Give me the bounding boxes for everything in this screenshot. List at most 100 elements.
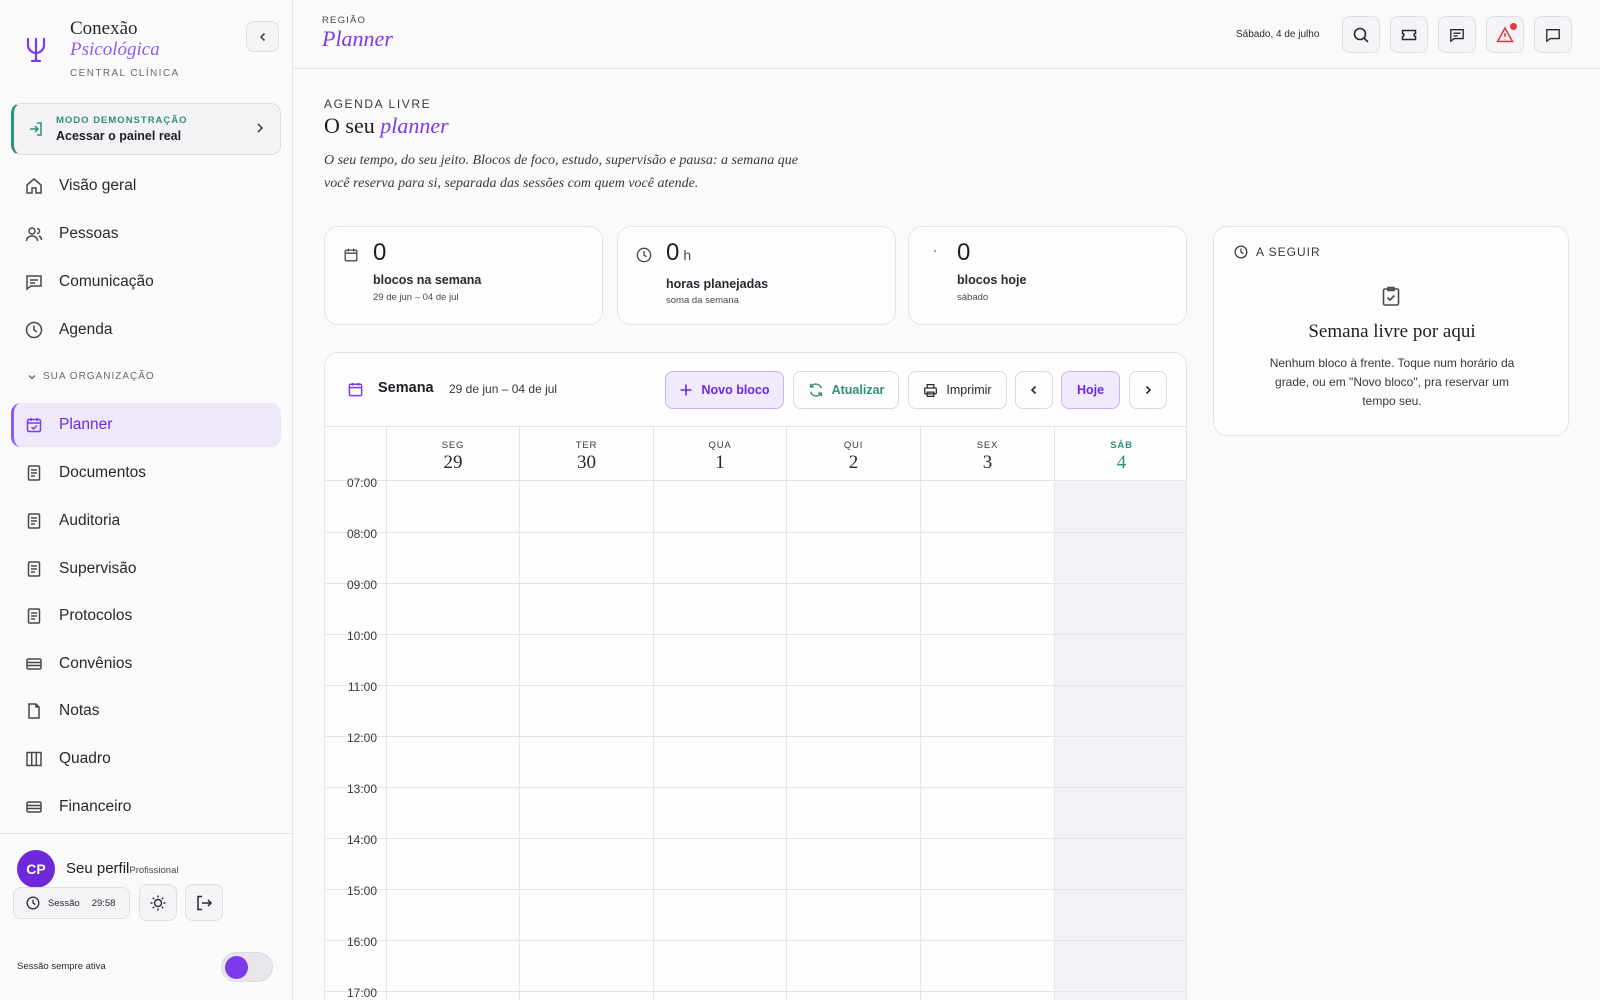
grid-line [325, 838, 1186, 839]
day-header[interactable]: SEX 3 [920, 427, 1054, 480]
day-weekday: TER [575, 440, 598, 451]
ticket-button[interactable] [1390, 16, 1428, 53]
messages-button[interactable] [1438, 16, 1476, 53]
day-number: 2 [848, 452, 859, 473]
next-up-heading-text: A SEGUIR [1256, 245, 1321, 259]
calendar-icon [343, 247, 359, 263]
section-label: SUA ORGANIZAÇÃO [43, 371, 155, 382]
next-up-title: Semana livre por aqui [1308, 321, 1476, 342]
sidebar-item-documentos[interactable]: Documentos [11, 451, 281, 495]
day-header[interactable]: QUA 1 [653, 427, 786, 480]
sidebar-item-label: Agenda [59, 321, 113, 338]
theme-toggle-button[interactable] [139, 884, 177, 921]
session-timer[interactable]: Sessão 29:58 [13, 887, 130, 919]
top-header: REGIÃO Planner Sábado, 4 de julho [293, 0, 1600, 69]
page-title-accent: planner [380, 113, 449, 138]
day-weekday: QUA [708, 440, 732, 451]
chevron-down-icon [27, 372, 43, 382]
clock-icon [1234, 245, 1256, 259]
day-weekday: SÁB [1110, 440, 1133, 451]
stat-sub: sábado [957, 292, 989, 303]
sidebar-item-label: Documentos [59, 464, 147, 481]
chevron-right-icon [1142, 384, 1154, 396]
sidebar-item-financeiro[interactable]: Financeiro [11, 785, 281, 829]
header-date: Sábado, 4 de julho [1236, 29, 1320, 40]
clock-icon [26, 896, 48, 910]
sun-icon [149, 894, 167, 912]
alerts-button[interactable] [1486, 16, 1524, 53]
stat-sub: soma da semana [666, 295, 739, 306]
print-button[interactable]: Imprimir [908, 371, 1007, 409]
today-column-highlight [1054, 480, 1186, 1000]
sidebar-item-quadro[interactable]: Quadro [11, 737, 281, 781]
stat-number: 0 [957, 239, 971, 266]
sidebar-item-auditoria[interactable]: Auditoria [11, 499, 281, 543]
card-icon [25, 655, 47, 673]
profile-name: Seu perfil [66, 860, 130, 877]
search-button[interactable] [1342, 16, 1380, 53]
sidebar-item-label: Financeiro [59, 798, 132, 815]
sidebar-item-label: Protocolos [59, 607, 133, 624]
page-kicker: AGENDA LIVRE [324, 97, 432, 111]
hour-label: 08:00 [346, 527, 377, 541]
day-header[interactable]: TER 30 [519, 427, 653, 480]
sidebar-footer: CP Seu perfilProfissional Sessão 29:58 S… [0, 833, 293, 1000]
demo-mode-banner[interactable]: MODO DEMONSTRAÇÃO Acessar o painel real [11, 103, 281, 155]
sidebar-item-pessoas[interactable]: Pessoas [11, 212, 281, 256]
sidebar-item-convenios[interactable]: Convênios [11, 642, 281, 686]
clock-icon [25, 321, 47, 339]
sidebar-item-visao-geral[interactable]: Visão geral [11, 164, 281, 208]
users-icon [25, 225, 47, 243]
new-block-label: Novo bloco [701, 383, 770, 397]
avatar[interactable]: CP [17, 850, 55, 888]
grid-line [325, 634, 1186, 635]
grid-line [920, 480, 921, 1000]
calendar-check-icon [25, 416, 47, 434]
always-on-toggle[interactable] [221, 952, 273, 982]
grid-line [325, 532, 1186, 533]
profile-link[interactable]: Seu perfilProfissional [66, 860, 178, 877]
day-header[interactable]: SEG 29 [386, 427, 519, 480]
day-header-today[interactable]: SÁB 4 [1054, 427, 1186, 480]
logout-button[interactable] [185, 884, 223, 921]
refresh-label: Atualizar [831, 383, 885, 397]
day-weekday: QUI [843, 440, 864, 451]
hour-label: 09:00 [346, 578, 377, 592]
hour-label: 07:00 [346, 476, 377, 490]
sidebar-item-protocolos[interactable]: Protocolos [11, 594, 281, 638]
demo-kicker: MODO DEMONSTRAÇÃO [56, 115, 188, 126]
sidebar-item-notas[interactable]: Notas [11, 689, 281, 733]
search-icon [1352, 26, 1370, 44]
previous-week-button[interactable] [1015, 371, 1053, 409]
sidebar-item-supervisao[interactable]: Supervisão [11, 547, 281, 591]
header-kicker: REGIÃO [322, 15, 367, 26]
today-button[interactable]: Hoje [1061, 371, 1120, 409]
collapse-sidebar-button[interactable] [246, 21, 279, 52]
sidebar-item-label: Pessoas [59, 225, 119, 242]
print-label: Imprimir [946, 383, 992, 397]
chevron-left-icon [257, 31, 269, 43]
grid-line [519, 480, 520, 1000]
feedback-button[interactable] [1534, 16, 1572, 53]
sidebar-item-agenda[interactable]: Agenda [11, 308, 281, 352]
grid-line [325, 736, 1186, 737]
stat-value: 0 [373, 239, 390, 267]
calendar-range: 29 de jun – 04 de jul [449, 382, 558, 396]
chevron-right-icon [254, 121, 266, 135]
day-header[interactable]: QUI 2 [786, 427, 920, 480]
today-label: Hoje [1076, 383, 1105, 397]
sidebar-section-toggle[interactable]: SUA ORGANIZAÇÃO [27, 371, 155, 382]
document-icon [25, 560, 47, 578]
printer-icon [923, 383, 946, 398]
session-time: 29:58 [91, 897, 116, 909]
brand[interactable]: Conexão Psicológica CENTRAL CLÍNICA [24, 18, 180, 79]
sidebar-item-comunicacao[interactable]: Comunicação [11, 260, 281, 304]
day-number: 29 [443, 452, 463, 473]
refresh-button[interactable]: Atualizar [793, 371, 899, 409]
next-week-button[interactable] [1129, 371, 1167, 409]
session-label: Sessão [48, 897, 80, 909]
stat-value: 0h [666, 239, 691, 267]
brand-name-line1: Conexão [70, 18, 138, 39]
new-block-button[interactable]: Novo bloco [665, 371, 784, 409]
sidebar-item-planner[interactable]: Planner [11, 403, 281, 447]
